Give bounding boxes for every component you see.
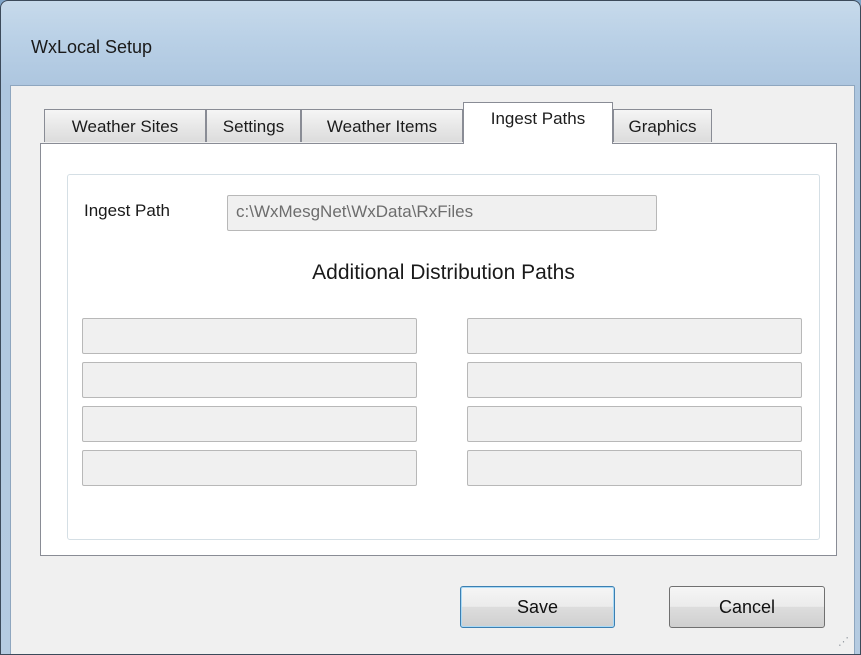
cancel-button[interactable]: Cancel bbox=[669, 586, 825, 628]
tab-weather-items[interactable]: Weather Items bbox=[301, 109, 463, 142]
distribution-path-right-1[interactable] bbox=[467, 318, 802, 354]
distribution-path-right-3[interactable] bbox=[467, 406, 802, 442]
distribution-path-left-1[interactable] bbox=[82, 318, 417, 354]
resize-grip-icon[interactable]: ⋰ bbox=[836, 637, 850, 653]
tab-ingest-paths[interactable]: Ingest Paths bbox=[463, 102, 613, 144]
distribution-path-right-4[interactable] bbox=[467, 450, 802, 486]
distribution-path-left-3[interactable] bbox=[82, 406, 417, 442]
dialog-client-area: Weather Sites Settings Weather Items Ing… bbox=[10, 85, 855, 654]
distribution-path-right-2[interactable] bbox=[467, 362, 802, 398]
setup-window: WxLocal Setup Weather Sites Settings Wea… bbox=[0, 0, 861, 655]
ingest-paths-panel: Ingest Path c:\WxMesgNet\WxData\RxFiles … bbox=[40, 143, 837, 556]
ingest-paths-group: Ingest Path c:\WxMesgNet\WxData\RxFiles … bbox=[67, 174, 820, 540]
ingest-path-label: Ingest Path bbox=[84, 201, 171, 220]
title-bar[interactable]: WxLocal Setup bbox=[1, 1, 860, 85]
window-title: WxLocal Setup bbox=[31, 37, 153, 57]
tab-graphics[interactable]: Graphics bbox=[613, 109, 712, 142]
tab-weather-sites[interactable]: Weather Sites bbox=[44, 109, 206, 142]
save-button[interactable]: Save bbox=[460, 586, 615, 628]
distribution-path-left-4[interactable] bbox=[82, 450, 417, 486]
distribution-paths-heading: Additional Distribution Paths bbox=[312, 261, 575, 284]
ingest-path-field[interactable]: c:\WxMesgNet\WxData\RxFiles bbox=[227, 195, 657, 231]
tab-settings[interactable]: Settings bbox=[206, 109, 301, 142]
distribution-path-left-2[interactable] bbox=[82, 362, 417, 398]
